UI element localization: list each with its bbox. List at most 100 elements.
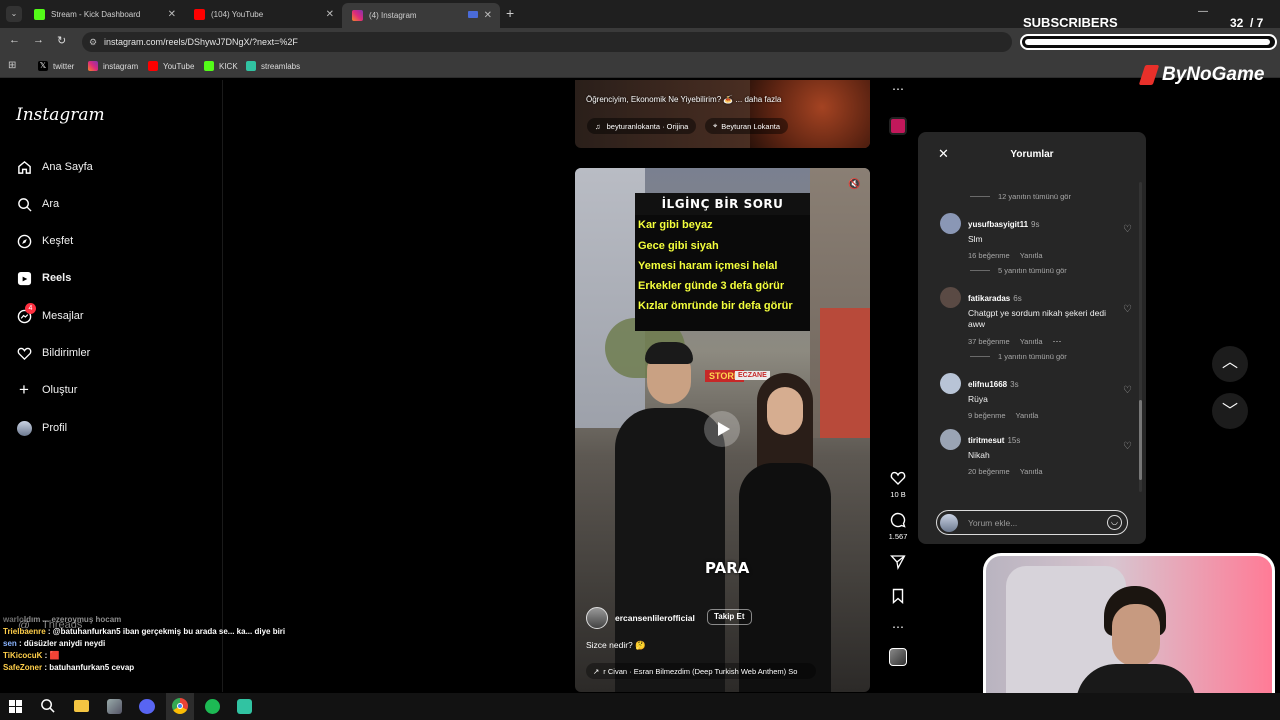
minimize-icon[interactable]: — [1198, 6, 1208, 17]
streamlabs-icon[interactable] [237, 699, 252, 714]
reply-button[interactable]: Yanıtla [1020, 337, 1043, 346]
sidebar-item-messages[interactable]: 4 Mesajlar [16, 303, 84, 328]
chat-text: : 🟥 [44, 651, 60, 660]
play-button[interactable] [704, 411, 740, 447]
discord-icon[interactable] [139, 699, 155, 714]
sidebar-item-search[interactable]: Ara [16, 192, 59, 216]
windows-start-icon[interactable] [9, 700, 22, 713]
author-avatar[interactable] [586, 607, 608, 629]
bookmark-streamlabs[interactable]: streamlabs [246, 61, 300, 71]
bookmark-youtube[interactable]: YouTube [148, 61, 194, 71]
bookmark-icon[interactable] [882, 588, 914, 606]
heart-icon [16, 345, 32, 361]
previous-reel-button[interactable]: ︿ [1212, 346, 1248, 382]
reply-button[interactable]: Yanıtla [1020, 251, 1043, 260]
bookmark-twitter[interactable]: 𝕏 twitter [38, 61, 74, 71]
next-reel-button[interactable]: ﹀ [1212, 393, 1248, 429]
reply-button[interactable]: Yanıtla [1020, 467, 1043, 476]
spotify-icon[interactable] [205, 699, 220, 714]
sidebar-item-home[interactable]: Ana Sayfa [16, 155, 93, 179]
heart-icon[interactable]: ♡ [1123, 385, 1132, 396]
sidebar-item-reels[interactable]: Reels [16, 266, 71, 290]
apps-icon[interactable]: ⊞ [8, 60, 16, 71]
tab-kick-dashboard[interactable]: Stream - Kick Dashboard ✕ [24, 3, 184, 25]
more-options-icon[interactable]: ⋯ [882, 620, 914, 634]
tab-title: Stream - Kick Dashboard [51, 9, 141, 19]
view-replies-link[interactable]: 12 yanıtın tümünü gör [970, 192, 1071, 201]
file-explorer-icon[interactable] [74, 700, 89, 712]
bookmark-instagram[interactable]: instagram [88, 61, 138, 71]
chat-user: sen [3, 639, 17, 648]
reply-button[interactable]: Yanıtla [1016, 411, 1039, 420]
comment-username[interactable]: yusufbasyigit11 [968, 220, 1028, 229]
app-icon[interactable] [107, 699, 122, 714]
person-right [735, 373, 835, 692]
avatar[interactable] [940, 287, 961, 308]
reload-icon[interactable]: ↻ [57, 34, 66, 47]
comment-likes[interactable]: 20 beğenme [968, 467, 1010, 476]
sidebar-item-explore[interactable]: Keşfet [16, 229, 73, 253]
like-count: 10 B [890, 490, 906, 499]
author-name[interactable]: ercansenlilerofficial [615, 613, 695, 623]
audio-pill[interactable]: ♫ beyturanlokanta · Orijina [587, 118, 697, 134]
url-field[interactable]: ⚙ instagram.com/reels/DShywJ7DNgX/?next=… [82, 32, 1012, 52]
youtube-icon [148, 61, 158, 71]
location-pill[interactable]: ⌖ Beyturan Lokanta [705, 118, 789, 134]
view-replies-link[interactable]: 1 yanıtın tümünü gör [970, 352, 1067, 361]
heart-icon[interactable]: ♡ [1123, 304, 1132, 315]
follow-button[interactable]: Takip Et [707, 609, 752, 625]
heart-icon[interactable]: ♡ [1123, 224, 1132, 235]
audio-pill[interactable]: ↗ r Civan · Esran Bilmezdim (Deep Turkis… [586, 663, 816, 679]
comment-input[interactable]: Yorum ekle... ◡ [936, 510, 1128, 535]
comment-username[interactable]: tiritmesut [968, 436, 1004, 445]
sidebar-item-create[interactable]: + Oluştur [16, 378, 77, 402]
tab-search-button[interactable]: ⌄ [6, 6, 22, 22]
comment-likes[interactable]: 9 beğenme [968, 411, 1006, 420]
comment-username[interactable]: fatikaradas [968, 294, 1010, 303]
chrome-icon[interactable] [166, 693, 194, 720]
avatar[interactable] [940, 373, 961, 394]
more-options-icon[interactable]: ⋯ [892, 82, 904, 96]
comment-icon[interactable] [882, 512, 914, 530]
search-icon[interactable] [40, 698, 55, 718]
sidebar-item-profile[interactable]: Profil [16, 416, 67, 440]
audio-avatar[interactable] [889, 117, 907, 135]
avatar[interactable] [940, 429, 961, 450]
close-icon[interactable]: ✕ [168, 9, 176, 20]
forward-icon[interactable]: → [33, 34, 44, 46]
mute-icon[interactable]: 🔇 [848, 179, 860, 190]
sidebar-item-notifications[interactable]: Bildirimler [16, 341, 90, 365]
more-options-icon[interactable]: ⋯ [1053, 336, 1062, 346]
view-replies-link[interactable]: 5 yanıtın tümünü gör [970, 266, 1067, 275]
comment-likes[interactable]: 16 beğenme [968, 251, 1010, 260]
comment-text: Chatgpt ye sordum nikah şekeri dedi aww [968, 308, 1106, 329]
back-icon[interactable]: ← [9, 34, 20, 46]
close-icon[interactable]: ✕ [484, 10, 492, 21]
audio-thumbnail[interactable] [889, 648, 907, 666]
bookmark-kick[interactable]: KICK [204, 61, 238, 71]
banner-title: İLGİNÇ BİR SORU [635, 193, 810, 215]
reel-caption: Öğrenciyim, Ekonomik Ne Yiyebilirim? 🍝 .… [586, 95, 782, 104]
tab-instagram[interactable]: (4) Instagram ✕ [342, 3, 500, 28]
close-icon[interactable]: ✕ [326, 9, 334, 20]
home-icon [16, 159, 32, 175]
tab-title: (104) YouTube [211, 9, 264, 19]
like-icon[interactable] [882, 470, 914, 488]
emoji-icon[interactable]: ◡ [1107, 515, 1122, 530]
bookmark-label: YouTube [163, 61, 195, 71]
youtube-icon [194, 8, 205, 20]
instagram-logo[interactable]: Instagram [16, 105, 105, 125]
comment-username[interactable]: elifnu1668 [968, 380, 1007, 389]
current-reel[interactable]: STORE ECZANE İLGİNÇ BİR SORU Kar gibi be… [575, 168, 870, 692]
heart-icon[interactable]: ♡ [1123, 441, 1132, 452]
comment-likes[interactable]: 37 beğenme [968, 337, 1010, 346]
reels-icon [16, 270, 32, 286]
new-tab-button[interactable]: + [506, 5, 514, 21]
share-icon[interactable] [882, 554, 914, 572]
site-info-icon[interactable]: ⚙ [89, 32, 97, 52]
previous-reel[interactable]: Öğrenciyim, Ekonomik Ne Yiyebilirim? 🍝 .… [575, 80, 870, 148]
avatar[interactable] [940, 213, 961, 234]
comments-scrollbar[interactable] [1139, 182, 1142, 492]
tab-youtube[interactable]: (104) YouTube ✕ [184, 3, 342, 25]
comment-time: 9s [1031, 220, 1040, 229]
